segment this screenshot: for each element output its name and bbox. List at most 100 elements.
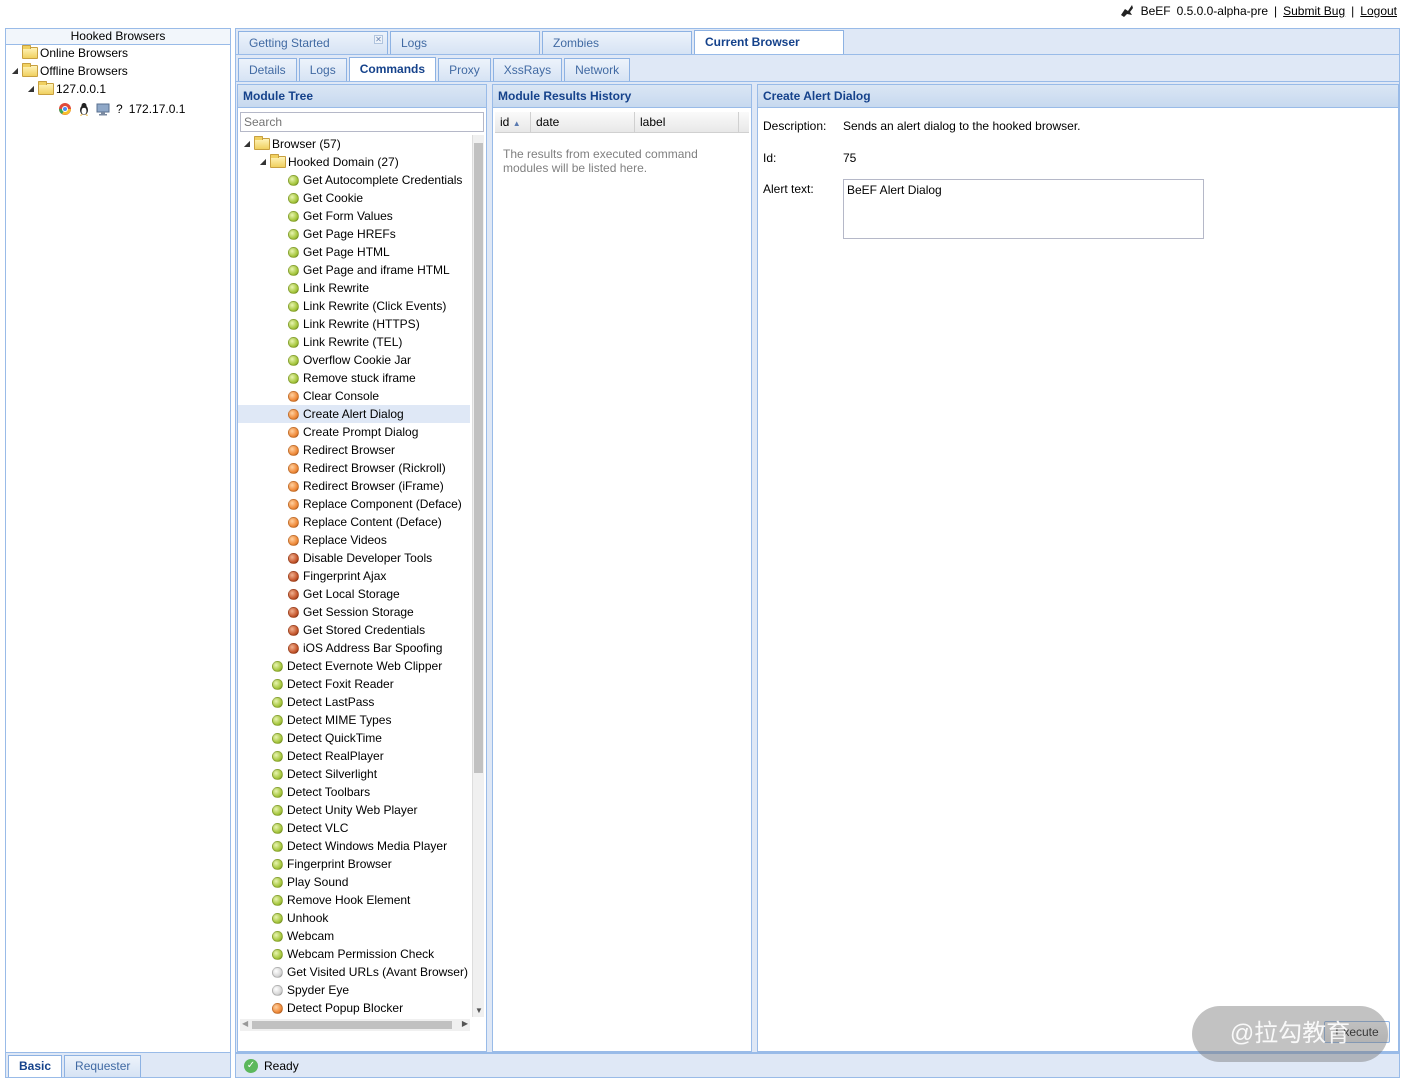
module-item[interactable]: Remove Hook Element [272, 891, 410, 909]
module-item[interactable]: Fingerprint Ajax [288, 567, 386, 585]
module-item[interactable]: Get Visited URLs (Avant Browser) [272, 963, 468, 981]
module-label: Detect Windows Media Player [287, 839, 448, 853]
id-label: Id: [763, 151, 777, 165]
tab-requester[interactable]: Requester [64, 1055, 142, 1077]
module-search-input[interactable] [240, 112, 484, 132]
module-item[interactable]: Clear Console [288, 387, 379, 405]
module-item[interactable]: Detect Popup Blocker [272, 999, 403, 1015]
module-item[interactable]: Detect Toolbars [272, 783, 370, 801]
module-tree-vertical-scrollbar[interactable]: ▼ [472, 135, 484, 1017]
module-item[interactable]: Replace Content (Deface) [288, 513, 442, 531]
hooked-browser-node[interactable]: ? 172.17.0.1 [58, 100, 185, 118]
module-item[interactable]: Get Page and iframe HTML [288, 261, 450, 279]
module-item[interactable]: Get Page HREFs [288, 225, 396, 243]
column-id[interactable]: id ▲ [495, 112, 531, 132]
module-item[interactable]: Webcam [272, 927, 334, 945]
module-item[interactable]: Disable Developer Tools [288, 549, 432, 567]
module-item[interactable]: Link Rewrite (HTTPS) [288, 315, 420, 333]
module-item[interactable]: Link Rewrite (TEL) [288, 333, 402, 351]
logout-link[interactable]: Logout [1360, 4, 1397, 18]
status-green-icon [272, 822, 283, 834]
module-item[interactable]: Get Page HTML [288, 243, 390, 261]
execute-button[interactable]: Execute [1324, 1021, 1390, 1043]
module-item[interactable]: Play Sound [272, 873, 348, 891]
module-item[interactable]: Overflow Cookie Jar [288, 351, 411, 369]
status-green-icon [272, 660, 283, 672]
browser-folder[interactable]: ◢ Browser (57) [242, 135, 341, 153]
module-item[interactable]: Detect Windows Media Player [272, 837, 447, 855]
module-item[interactable]: Detect Silverlight [272, 765, 377, 783]
column-date[interactable]: date [531, 112, 635, 132]
module-item[interactable]: Replace Component (Deface) [288, 495, 462, 513]
module-item[interactable]: Detect MIME Types [272, 711, 391, 729]
module-label: Fingerprint Ajax [303, 569, 387, 583]
module-item[interactable]: Detect RealPlayer [272, 747, 384, 765]
scroll-right-icon[interactable]: ▶ [462, 1019, 468, 1028]
module-item[interactable]: Create Prompt Dialog [288, 423, 418, 441]
tab-zombies[interactable]: Zombies [542, 31, 692, 54]
module-item[interactable]: Detect Foxit Reader [272, 675, 394, 693]
expand-arrow-icon[interactable]: ◢ [26, 80, 36, 98]
module-item[interactable]: Redirect Browser (Rickroll) [288, 459, 446, 477]
module-item[interactable]: Remove stuck iframe [288, 369, 416, 387]
scrollbar-thumb[interactable] [252, 1021, 452, 1029]
module-item[interactable]: Link Rewrite [288, 279, 369, 297]
alert-text-field[interactable] [843, 179, 1204, 239]
module-item[interactable]: Get Local Storage [288, 585, 400, 603]
expand-arrow-icon[interactable]: ◢ [10, 62, 20, 80]
module-item[interactable]: Detect Evernote Web Clipper [272, 657, 442, 675]
submit-bug-link[interactable]: Submit Bug [1283, 4, 1345, 18]
module-label: Detect MIME Types [287, 713, 392, 727]
module-item[interactable]: Redirect Browser (iFrame) [288, 477, 444, 495]
module-item[interactable]: Get Autocomplete Credentials [288, 171, 462, 189]
tab-details[interactable]: Details [238, 58, 297, 81]
offline-browsers-node[interactable]: ◢ Offline Browsers [10, 62, 128, 80]
status-green-icon [288, 210, 299, 222]
module-item[interactable]: Get Stored Credentials [288, 621, 425, 639]
module-label: Webcam Permission Check [287, 947, 435, 961]
module-item[interactable]: Fingerprint Browser [272, 855, 392, 873]
module-item[interactable]: Spyder Eye [272, 981, 349, 999]
tab-network[interactable]: Network [564, 58, 631, 81]
tab-xssrays[interactable]: XssRays [492, 58, 563, 81]
tab-commands[interactable]: Commands [348, 57, 437, 81]
module-item[interactable]: Detect VLC [272, 819, 348, 837]
column-label[interactable]: label [635, 112, 739, 132]
module-item[interactable]: Redirect Browser [288, 441, 395, 459]
module-item[interactable]: iOS Address Bar Spoofing [288, 639, 442, 657]
module-item[interactable]: Create Alert Dialog [238, 405, 470, 423]
module-item[interactable]: Get Form Values [288, 207, 393, 225]
folder-icon [22, 45, 38, 59]
module-tree-horizontal-scrollbar[interactable]: ◀ ▶ [240, 1019, 470, 1031]
module-label: Detect Toolbars [287, 785, 371, 799]
module-item[interactable]: Get Session Storage [288, 603, 414, 621]
module-tree-pane: Module Tree ◢ Browser (57) ◢ Hooked Doma… [237, 84, 487, 1052]
tab-logs[interactable]: Logs [390, 31, 540, 54]
host-node[interactable]: ◢ 127.0.0.1 [26, 80, 106, 98]
id-value: 75 [843, 151, 857, 165]
tab-sub-logs[interactable]: Logs [298, 58, 347, 81]
module-item[interactable]: Get Cookie [288, 189, 363, 207]
expand-arrow-icon[interactable]: ◢ [258, 153, 268, 171]
tab-proxy[interactable]: Proxy [438, 58, 491, 81]
module-item[interactable]: Detect Unity Web Player [272, 801, 418, 819]
tab-current-browser[interactable]: Current Browser [694, 30, 844, 54]
module-item[interactable]: Detect QuickTime [272, 729, 382, 747]
module-label: Get Page and iframe HTML [303, 263, 450, 277]
module-item[interactable]: Detect LastPass [272, 693, 374, 711]
scroll-down-icon[interactable]: ▼ [475, 1006, 483, 1015]
module-item[interactable]: Unhook [272, 909, 328, 927]
expand-arrow-icon[interactable]: ◢ [242, 135, 252, 153]
module-item[interactable]: Link Rewrite (Click Events) [288, 297, 446, 315]
online-browsers-node[interactable]: Online Browsers [22, 44, 128, 62]
scrollbar-thumb[interactable] [474, 143, 483, 773]
scroll-left-icon[interactable]: ◀ [242, 1019, 248, 1028]
tab-getting-started[interactable]: Getting Started ✕ [238, 31, 388, 54]
module-item[interactable]: Replace Videos [288, 531, 387, 549]
status-green-icon [288, 336, 299, 348]
tab-basic[interactable]: Basic [8, 1055, 63, 1077]
hooked-domain-folder[interactable]: ◢ Hooked Domain (27) [258, 153, 399, 171]
module-item[interactable]: Webcam Permission Check [272, 945, 434, 963]
close-icon[interactable]: ✕ [374, 35, 383, 44]
results-grid-header: id ▲ date label [495, 112, 749, 133]
